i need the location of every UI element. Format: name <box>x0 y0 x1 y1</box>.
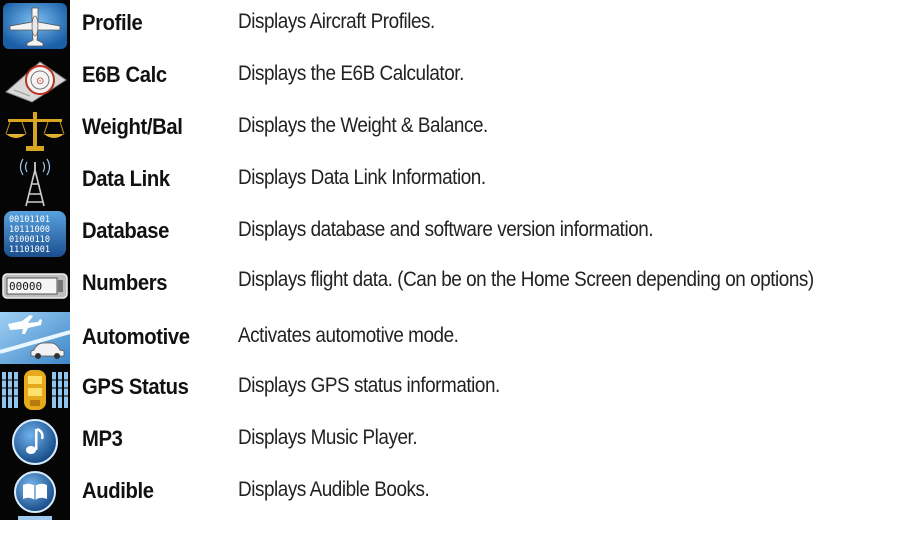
row-data-link: Data Link Displays Data Link Information… <box>0 156 899 208</box>
database-digits-line: 01000110 <box>9 235 50 245</box>
database-digits-line: 10111000 <box>9 225 50 235</box>
feature-description: Displays Audible Books. <box>238 478 430 501</box>
gps-satellite-icon <box>0 364 70 416</box>
feature-description: Displays Music Player. <box>238 426 418 449</box>
car-airplane-icon <box>0 312 70 364</box>
svg-text:⊙: ⊙ <box>36 76 44 87</box>
feature-description: Displays the Weight & Balance. <box>238 114 488 137</box>
feature-name: Database <box>82 218 170 243</box>
row-weight-bal: Weight/Bal Displays the Weight & Balance… <box>0 104 899 156</box>
feature-description: Displays the E6B Calculator. <box>238 62 464 85</box>
feature-description: Displays Data Link Information. <box>238 166 486 189</box>
e6b-calculator-icon: ⊙ <box>0 52 70 104</box>
row-automotive: Automotive Activates automotive mode. <box>0 312 899 364</box>
feature-description: Displays database and software version i… <box>238 218 654 241</box>
feature-description: Activates automotive mode. <box>238 324 459 347</box>
feature-description: Displays flight data. (Can be on the Hom… <box>238 268 814 291</box>
feature-name: GPS Status <box>82 374 189 399</box>
odometer-digits: 00000 <box>9 280 42 293</box>
row-numbers: 00000 Numbers Displays flight data. (Can… <box>0 260 899 312</box>
row-gps-status: GPS Status Displays GPS status informati… <box>0 364 899 416</box>
feature-name: Profile <box>82 10 143 35</box>
feature-name: Audible <box>82 478 154 503</box>
balance-scale-icon <box>0 104 70 156</box>
feature-description: Displays Aircraft Profiles. <box>238 10 435 33</box>
feature-name: Data Link <box>82 166 170 191</box>
row-database: 00101101 10111000 01000110 11101001 Data… <box>0 208 899 260</box>
music-note-icon <box>0 416 70 468</box>
radio-tower-icon <box>0 156 70 208</box>
feature-description: Displays GPS status information. <box>238 374 500 397</box>
row-profile: Profile Displays Aircraft Profiles. <box>0 0 899 52</box>
airplane-icon <box>0 0 70 52</box>
feature-name: Numbers <box>82 270 168 295</box>
feature-name: Automotive <box>82 324 190 349</box>
database-digits-line: 11101001 <box>9 245 50 255</box>
feature-name: E6B Calc <box>82 62 167 87</box>
feature-name: MP3 <box>82 426 123 451</box>
database-digits-line: 00101101 <box>9 215 50 225</box>
row-audible: Audible Displays Audible Books. <box>0 468 899 520</box>
feature-name: Weight/Bal <box>82 114 183 139</box>
odometer-counter-icon: 00000 <box>0 260 70 312</box>
row-e6b-calc: ⊙ E6B Calc Displays the E6B Calculator. <box>0 52 899 104</box>
audible-book-icon <box>0 468 70 520</box>
row-mp3: MP3 Displays Music Player. <box>0 416 899 468</box>
database-binary-icon: 00101101 10111000 01000110 11101001 <box>0 208 70 260</box>
